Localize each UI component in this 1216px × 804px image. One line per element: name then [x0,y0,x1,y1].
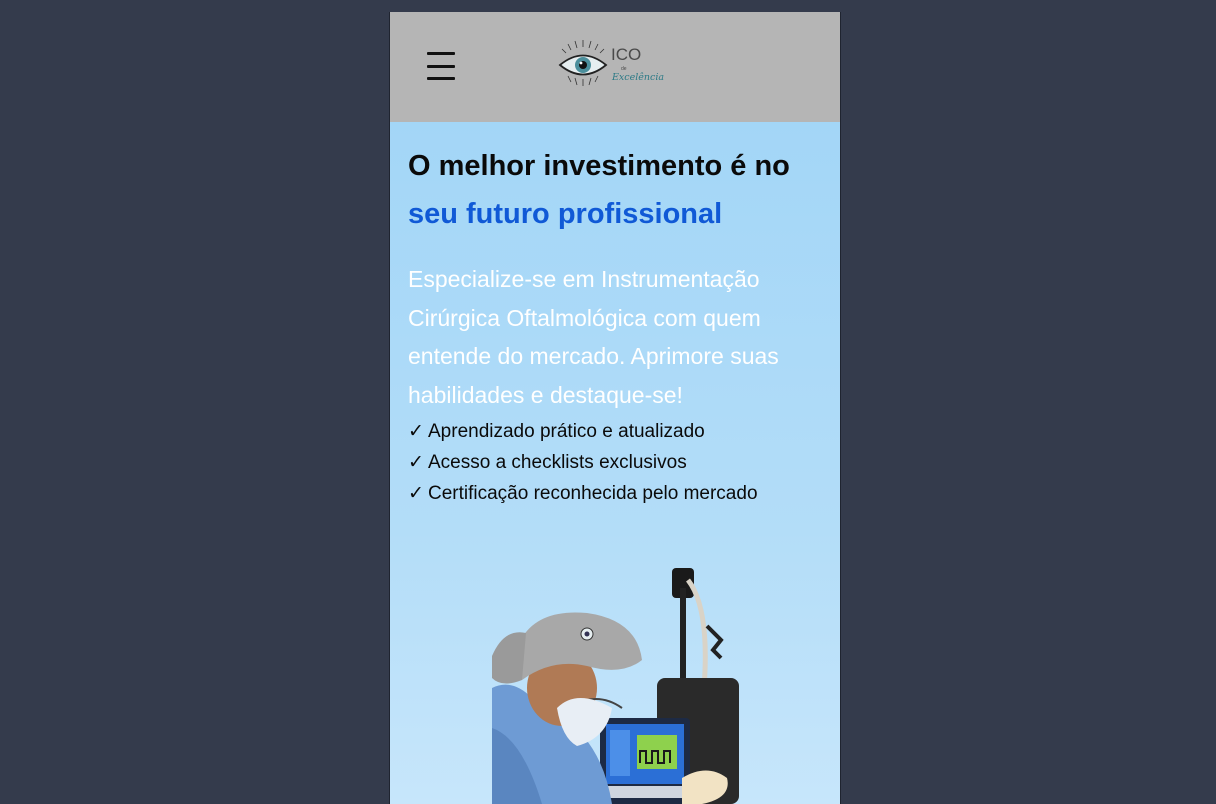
headline-line-1: O melhor investimento é no [408,150,790,182]
hero-section: O melhor investimento é no seu futuro pr… [390,122,840,804]
mobile-viewport: ICO de Excelência O melhor investimento … [389,12,841,804]
hero-headline: O melhor investimento é no seu futuro pr… [408,142,828,238]
logo-text-excelencia: Excelência [611,72,664,83]
hero-description: Especialize-se em Instrumentação Cirúrgi… [408,266,779,408]
logo-text-ico: ICO [611,45,641,64]
top-navbar: ICO de Excelência [390,12,840,122]
hamburger-menu-icon[interactable] [427,52,455,80]
checkmark-icon: ✓ [408,421,424,442]
list-item: ✓ Certificação reconhecida pelo mercado [408,478,758,509]
checkmark-icon: ✓ [408,452,424,473]
brand-logo[interactable]: ICO de Excelência [558,38,668,90]
checkmark-icon: ✓ [408,483,424,504]
benefit-text: Aprendizado prático e atualizado [428,421,705,442]
benefits-list: ✓ Aprendizado prático e atualizado ✓ Ace… [408,416,758,509]
list-item: ✓ Acesso a checklists exclusivos [408,447,758,478]
benefit-text: Acesso a checklists exclusivos [428,452,687,473]
benefit-text: Certificação reconhecida pelo mercado [428,483,758,504]
list-item: ✓ Aprendizado prático e atualizado [408,416,758,447]
surgical-instrumentation-photo [492,568,739,804]
headline-line-2-highlight: seu futuro profissional [408,198,723,230]
